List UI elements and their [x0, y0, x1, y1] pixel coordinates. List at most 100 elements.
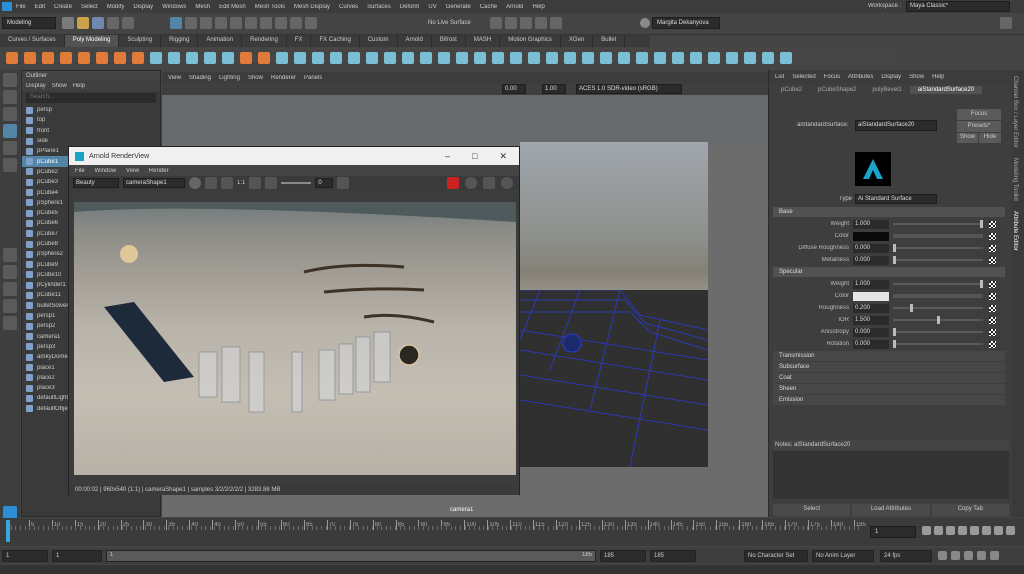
- stop-render-icon[interactable]: [447, 177, 459, 189]
- shelf-tool-icon[interactable]: [6, 52, 18, 64]
- menu-mesh[interactable]: Mesh: [195, 4, 210, 10]
- shelf-tool-icon[interactable]: [636, 52, 648, 64]
- shelf-tab-motion-graphics[interactable]: Motion Graphics: [500, 35, 561, 47]
- attr-tab[interactable]: polyBevel1: [864, 86, 909, 94]
- loop-icon[interactable]: [938, 551, 947, 560]
- shelf-tool-icon[interactable]: [150, 52, 162, 64]
- animation-start-field[interactable]: 1: [2, 550, 48, 562]
- playback-end-field[interactable]: 185: [600, 550, 646, 562]
- attr-slider[interactable]: [893, 220, 983, 228]
- slider-handle[interactable]: [910, 304, 914, 312]
- shelf-tool-icon[interactable]: [474, 52, 486, 64]
- select-by-hierarchy-icon[interactable]: [170, 17, 182, 29]
- anim-layer-dropdown[interactable]: No Anim Layer: [812, 550, 874, 562]
- select-tool-icon[interactable]: [3, 73, 17, 87]
- shelf-tool-icon[interactable]: [582, 52, 594, 64]
- shelf-tool-icon[interactable]: [672, 52, 684, 64]
- camera-dropdown[interactable]: cameraShape1: [123, 178, 185, 188]
- color-wheel-icon[interactable]: [189, 177, 201, 189]
- attr-menu-focus[interactable]: Focus: [824, 74, 840, 80]
- presets-button[interactable]: Presets*: [957, 121, 1001, 132]
- shelf-tool-icon[interactable]: [456, 52, 468, 64]
- hypershade-icon[interactable]: [535, 17, 547, 29]
- menu-edit[interactable]: Edit: [35, 4, 45, 10]
- viewport-menu-show[interactable]: Show: [248, 75, 263, 81]
- play-backward-icon[interactable]: [958, 526, 967, 535]
- shelf-tool-icon[interactable]: [384, 52, 396, 64]
- sound-icon[interactable]: [964, 551, 973, 560]
- menu-modify[interactable]: Modify: [107, 4, 125, 10]
- shelf-tool-icon[interactable]: [366, 52, 378, 64]
- snap-grid-icon[interactable]: [215, 17, 227, 29]
- four-view-layout-icon[interactable]: [3, 265, 17, 279]
- shelf-tab-bullet[interactable]: Bullet: [593, 35, 626, 47]
- menu-uv[interactable]: UV: [428, 4, 436, 10]
- shelf-tool-icon[interactable]: [690, 52, 702, 64]
- auto-key-icon[interactable]: [951, 551, 960, 560]
- minimize-icon[interactable]: –: [445, 151, 450, 162]
- shelf-tab-fx[interactable]: FX: [287, 35, 312, 47]
- slider-handle[interactable]: [893, 328, 896, 336]
- shelf-tool-icon[interactable]: [348, 52, 360, 64]
- shelf-tool-icon[interactable]: [258, 52, 270, 64]
- shelf-tool-icon[interactable]: [510, 52, 522, 64]
- exposure-slider[interactable]: [281, 182, 312, 184]
- base-section-header[interactable]: Base: [773, 207, 1005, 217]
- map-button-icon[interactable]: [989, 244, 996, 252]
- shelf-tab-rigging[interactable]: Rigging: [161, 35, 199, 47]
- map-button-icon[interactable]: [989, 220, 996, 228]
- attr-menu-help[interactable]: Help: [932, 74, 944, 80]
- lasso-tool-icon[interactable]: [3, 90, 17, 104]
- shelf-tool-icon[interactable]: [762, 52, 774, 64]
- step-back-frame-icon[interactable]: [946, 526, 955, 535]
- open-scene-icon[interactable]: [77, 17, 89, 29]
- map-button-icon[interactable]: [989, 256, 996, 264]
- crop-icon[interactable]: [221, 177, 233, 189]
- refresh-render-icon[interactable]: [465, 177, 477, 189]
- time-slider[interactable]: 1510152025303540455055606570758085909510…: [0, 518, 1024, 546]
- shelf-tool-icon[interactable]: [654, 52, 666, 64]
- map-button-icon[interactable]: [989, 328, 996, 336]
- exposure-field[interactable]: 0.00: [502, 84, 526, 94]
- close-icon[interactable]: ✕: [499, 151, 507, 162]
- shelf-tab-poly-modeling[interactable]: Poly Modeling: [64, 35, 120, 47]
- step-forward-key-icon[interactable]: [994, 526, 1003, 535]
- menu-create[interactable]: Create: [54, 4, 72, 10]
- shelf-tool-icon[interactable]: [726, 52, 738, 64]
- map-button-icon[interactable]: [989, 232, 996, 240]
- attr-value-field[interactable]: 0.000: [853, 327, 889, 337]
- shelf-tool-icon[interactable]: [168, 52, 180, 64]
- shelf-tool-icon[interactable]: [744, 52, 756, 64]
- arnold-render-icon[interactable]: [550, 17, 562, 29]
- attr-slider[interactable]: [893, 244, 983, 252]
- select-by-object-icon[interactable]: [185, 17, 197, 29]
- move-tool-icon[interactable]: [3, 124, 17, 138]
- shelf-tool-icon[interactable]: [114, 52, 126, 64]
- shelf-tool-icon[interactable]: [78, 52, 90, 64]
- shelf-tool-icon[interactable]: [402, 52, 414, 64]
- render-settings-icon[interactable]: [520, 17, 532, 29]
- new-scene-icon[interactable]: [62, 17, 74, 29]
- slider-handle[interactable]: [980, 280, 983, 288]
- go-to-end-icon[interactable]: [1006, 526, 1015, 535]
- menu-surfaces[interactable]: Surfaces: [367, 4, 391, 10]
- attr-value-field[interactable]: 1.000: [853, 219, 889, 229]
- snap-curve-icon[interactable]: [230, 17, 242, 29]
- color-map-icon[interactable]: [893, 234, 983, 238]
- rotate-tool-icon[interactable]: [3, 141, 17, 155]
- snapshot-icon[interactable]: [337, 177, 350, 189]
- menu-select[interactable]: Select: [81, 4, 98, 10]
- redo-icon[interactable]: [122, 17, 134, 29]
- node-name-field[interactable]: aiStandardSurface20: [855, 120, 937, 131]
- attr-menu-list[interactable]: List: [775, 74, 784, 80]
- hypershade-layout-icon[interactable]: [3, 316, 17, 330]
- menu-windows[interactable]: Windows: [162, 4, 186, 10]
- shelf-tab-bifrost[interactable]: Bifrost: [432, 35, 466, 47]
- workspace-dropdown[interactable]: Maya Classic*: [906, 1, 1010, 12]
- collapsed-section-sheen[interactable]: Sheen: [773, 384, 1005, 394]
- shelf-tool-icon[interactable]: [330, 52, 342, 64]
- outliner-menu-show[interactable]: Show: [52, 83, 67, 89]
- menu-display[interactable]: Display: [133, 4, 153, 10]
- shelf-tool-icon[interactable]: [294, 52, 306, 64]
- attr-tab[interactable]: aiStandardSurface20: [909, 86, 983, 94]
